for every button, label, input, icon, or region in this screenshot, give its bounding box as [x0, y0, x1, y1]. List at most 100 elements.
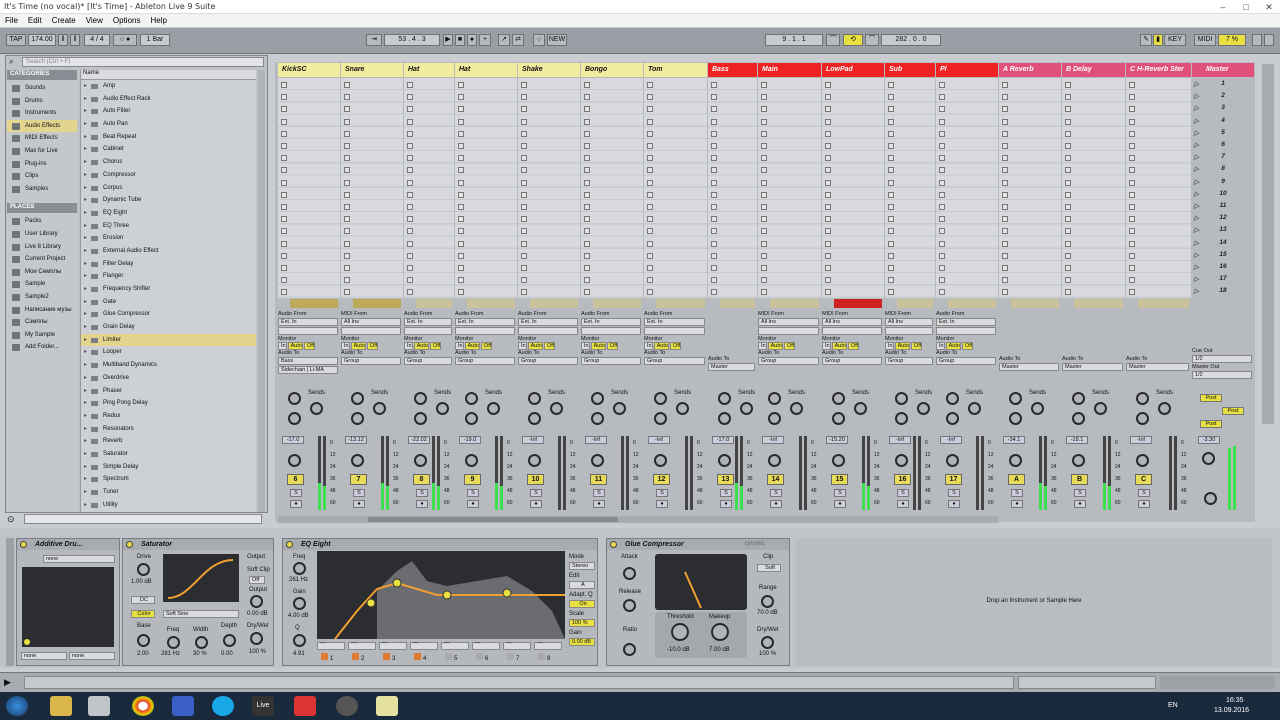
dc-button[interactable]: DC [131, 596, 155, 604]
monitor-in-button[interactable]: In [644, 342, 653, 350]
monitor-in-button[interactable]: In [518, 342, 527, 350]
eq-filter-type-dropdown[interactable]: ⌒ [317, 642, 345, 650]
clip-stop-button[interactable] [825, 82, 831, 88]
scene-play-icon[interactable]: ▷ [1194, 202, 1199, 210]
send-c-knob[interactable] [946, 412, 959, 425]
browser-item[interactable]: ▸ Looper [81, 346, 256, 359]
volume-value[interactable]: -19.0 [459, 436, 481, 444]
clip-stop-button[interactable] [1065, 130, 1071, 137]
input-channel-dropdown[interactable] [518, 327, 578, 335]
close-button[interactable]: ✕ [1258, 0, 1280, 14]
monitor-in-button[interactable]: In [758, 342, 767, 350]
threshold-knob[interactable] [671, 623, 689, 641]
soft-button[interactable]: Soft [757, 564, 781, 572]
clip-stop-button[interactable] [761, 228, 767, 235]
send-a-knob[interactable] [351, 392, 364, 405]
clip-stop-button[interactable] [939, 240, 945, 247]
monitor-auto-button[interactable]: Auto [894, 342, 910, 350]
clip-stop-button[interactable] [1129, 106, 1135, 113]
send-a-knob[interactable] [946, 392, 959, 405]
clip-stop-button[interactable] [1129, 130, 1135, 137]
volume-value[interactable]: -15.20 [826, 436, 848, 444]
monitor-off-button[interactable]: Off [606, 342, 619, 350]
clip-stop-button[interactable] [939, 179, 945, 186]
scene-play-icon[interactable]: ▷ [1194, 141, 1199, 149]
track-activator-button[interactable]: 12 [653, 474, 670, 485]
clip-stop-button[interactable] [647, 143, 653, 149]
clip-stop-button[interactable] [521, 179, 527, 186]
clip-stop-button[interactable] [1129, 94, 1135, 101]
clip-slot-column[interactable] [644, 78, 707, 298]
eq-filter-type-dropdown[interactable]: ⌒ [379, 642, 407, 650]
clip-stop-button[interactable] [1065, 204, 1071, 210]
skype-icon[interactable] [212, 696, 234, 716]
expand-arrow-icon[interactable]: ▸ [84, 486, 87, 499]
arm-button[interactable]: ● [834, 500, 846, 508]
scene-launch[interactable]: ▷ 11 [1192, 202, 1254, 214]
scene-launch[interactable]: ▷ 2 [1192, 92, 1254, 104]
tap-button[interactable]: TAP [6, 34, 26, 46]
clip-stop-button[interactable] [281, 216, 287, 223]
output-routing-dropdown[interactable]: Master [999, 363, 1059, 371]
expand-arrow-icon[interactable]: ▸ [84, 105, 87, 118]
clip-stop-button[interactable] [1129, 289, 1135, 296]
scene-play-icon[interactable]: ▷ [1194, 165, 1199, 173]
send-c-knob[interactable] [591, 412, 604, 425]
clip-stop-button[interactable] [711, 277, 717, 284]
output-routing-dropdown[interactable]: Group [518, 357, 578, 365]
eq-band-control[interactable]: ⌒ 5 [441, 641, 469, 662]
place-item[interactable]: Add Folder... [7, 341, 77, 354]
eq-band-control[interactable]: ⌒ 3 [379, 641, 407, 662]
send-c-knob[interactable] [832, 412, 845, 425]
clip-stop-button[interactable] [344, 289, 350, 296]
clip-stop-button[interactable] [458, 143, 464, 149]
expand-arrow-icon[interactable]: ▸ [84, 182, 87, 195]
clip-label[interactable]: Clip [763, 554, 773, 560]
eq-scale-field[interactable]: 100 % [569, 619, 595, 627]
arm-button[interactable]: ● [416, 500, 428, 508]
clip-stop-button[interactable] [1002, 277, 1008, 284]
solo-button[interactable]: S [720, 489, 732, 497]
clip-stop-button[interactable] [344, 204, 350, 210]
expand-icon[interactable]: ▶ [4, 677, 18, 689]
place-item[interactable]: Написание музы [7, 304, 77, 317]
clip-stop-button[interactable] [521, 106, 527, 113]
computer-midi-keyboard-button[interactable]: ▮ [1153, 34, 1163, 46]
xy-pad-dot-icon[interactable] [24, 639, 30, 645]
scene-launch[interactable]: ▷ 4 [1192, 117, 1254, 129]
input-channel-dropdown[interactable] [581, 327, 641, 335]
power-icon[interactable] [610, 541, 617, 548]
clip-stop-button[interactable] [1065, 82, 1071, 88]
category-item[interactable]: Samples [7, 183, 77, 196]
clip-stop-button[interactable] [825, 265, 831, 271]
clip-stop-button[interactable] [711, 155, 717, 162]
solo-button[interactable]: S [897, 489, 909, 497]
clip-stop-button[interactable] [825, 94, 831, 101]
clip-stop-button[interactable] [1129, 216, 1135, 223]
draw-mode-button[interactable]: ✎ [1140, 34, 1152, 46]
clip-stop-button[interactable] [1129, 228, 1135, 235]
expand-arrow-icon[interactable]: ▸ [84, 270, 87, 283]
clip-stop-button[interactable] [711, 252, 717, 259]
expand-arrow-icon[interactable]: ▸ [84, 448, 87, 461]
send-c-knob[interactable] [351, 412, 364, 425]
scene-launch[interactable]: ▷ 6 [1192, 141, 1254, 153]
eq-gain-knob[interactable] [293, 597, 306, 610]
output-routing-dropdown[interactable]: Master [1126, 363, 1189, 371]
clip-stop-button[interactable] [521, 240, 527, 247]
input-channel-dropdown[interactable] [758, 327, 819, 335]
ableton-live-icon[interactable]: Live [252, 696, 274, 716]
clip-stop-button[interactable] [1002, 143, 1008, 149]
clip-slot-column[interactable] [278, 78, 340, 298]
scene-launch[interactable]: ▷ 8 [1192, 165, 1254, 177]
clip-stop-button[interactable] [1065, 265, 1071, 271]
pan-knob[interactable] [465, 454, 478, 467]
browser-item[interactable]: ▸ Cabinet [81, 143, 256, 156]
width-knob[interactable] [195, 636, 208, 649]
monitor-off-button[interactable]: Off [480, 342, 493, 350]
chrome-icon[interactable] [132, 696, 154, 716]
track-header[interactable]: B Delay [1062, 63, 1125, 77]
time-signature-field[interactable]: 4 / 4 [84, 34, 110, 46]
clip-stop-button[interactable] [458, 130, 464, 137]
volume-value[interactable]: -13.12 [345, 436, 367, 444]
